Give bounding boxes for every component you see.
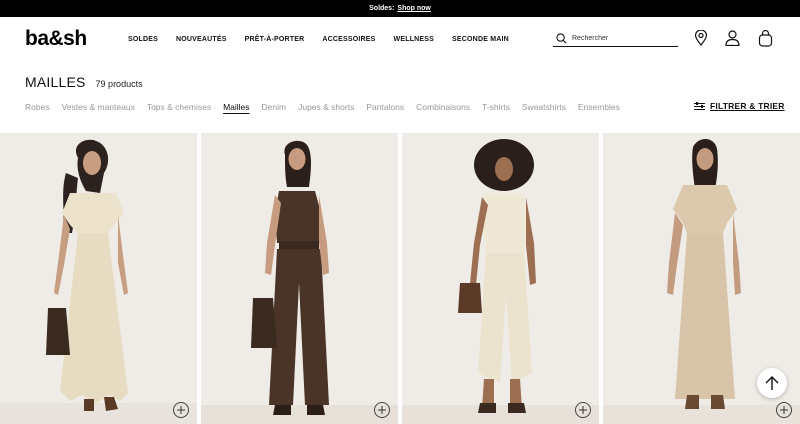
product-image[interactable] <box>201 133 398 424</box>
bag-icon[interactable] <box>756 29 774 47</box>
filter-sort-label: FILTRER & TRIER <box>710 101 785 111</box>
nav-item-pret-a-porter[interactable]: PRÊT-À-PORTER <box>245 36 305 43</box>
arrow-up-icon <box>765 376 779 390</box>
filter-icon <box>694 101 705 110</box>
product-grid <box>0 133 800 424</box>
category-tops-chemises[interactable]: Tops & chemises <box>147 102 211 112</box>
product-image[interactable] <box>402 133 599 424</box>
category-vestes-manteaux[interactable]: Vestes & manteaux <box>62 102 135 112</box>
nav-item-accessoires[interactable]: ACCESSOIRES <box>322 36 375 43</box>
product-card[interactable] <box>201 133 398 424</box>
category-robes[interactable]: Robes <box>25 102 50 112</box>
category-combinaisons[interactable]: Combinaisons <box>416 102 470 112</box>
promo-bar: Soldes: Shop now <box>0 0 800 17</box>
filter-sort-button[interactable]: FILTRER & TRIER <box>694 101 785 111</box>
category-sweatshirts[interactable]: Sweatshirts <box>522 102 566 112</box>
promo-text: Soldes: <box>369 5 395 12</box>
product-card[interactable] <box>0 133 197 424</box>
category-ensembles[interactable]: Ensembles <box>578 102 620 112</box>
main-nav: SOLDES NOUVEAUTÉS PRÊT-À-PORTER ACCESSOI… <box>128 36 527 43</box>
category-t-shirts[interactable]: T-shirts <box>482 102 510 112</box>
brand-logo[interactable]: ba&sh <box>25 27 87 51</box>
product-image[interactable] <box>0 133 197 424</box>
category-mailles[interactable]: Mailles <box>223 102 249 112</box>
account-icon[interactable] <box>723 29 741 47</box>
product-card[interactable] <box>402 133 599 424</box>
scroll-to-top-button[interactable] <box>757 368 787 398</box>
plus-icon <box>579 406 587 414</box>
plus-icon <box>378 406 386 414</box>
plus-icon <box>780 406 788 414</box>
add-to-cart-button[interactable] <box>374 402 390 418</box>
add-to-cart-button[interactable] <box>776 402 792 418</box>
nav-item-seconde-main[interactable]: SECONDE MAIN <box>452 36 509 43</box>
page-title-row: MAILLES 79 products <box>25 74 143 90</box>
category-denim[interactable]: Denim <box>262 102 287 112</box>
header: ba&sh SOLDES NOUVEAUTÉS PRÊT-À-PORTER AC… <box>0 17 800 63</box>
category-pantalons[interactable]: Pantalons <box>366 102 404 112</box>
search-input[interactable] <box>572 34 672 42</box>
location-pin-icon[interactable] <box>692 29 710 47</box>
nav-item-soldes[interactable]: SOLDES <box>128 36 158 43</box>
search-bar <box>553 30 678 47</box>
category-jupes-shorts[interactable]: Jupes & shorts <box>298 102 354 112</box>
add-to-cart-button[interactable] <box>173 402 189 418</box>
nav-item-wellness[interactable]: WELLNESS <box>394 36 435 43</box>
nav-item-nouveautes[interactable]: NOUVEAUTÉS <box>176 36 227 43</box>
promo-shop-now-link[interactable]: Shop now <box>397 5 430 12</box>
add-to-cart-button[interactable] <box>575 402 591 418</box>
category-tabs: Robes Vestes & manteaux Tops & chemises … <box>25 102 632 112</box>
page-title: MAILLES <box>25 74 86 90</box>
product-count: 79 products <box>95 79 143 89</box>
plus-icon <box>177 406 185 414</box>
search-icon <box>556 32 567 43</box>
